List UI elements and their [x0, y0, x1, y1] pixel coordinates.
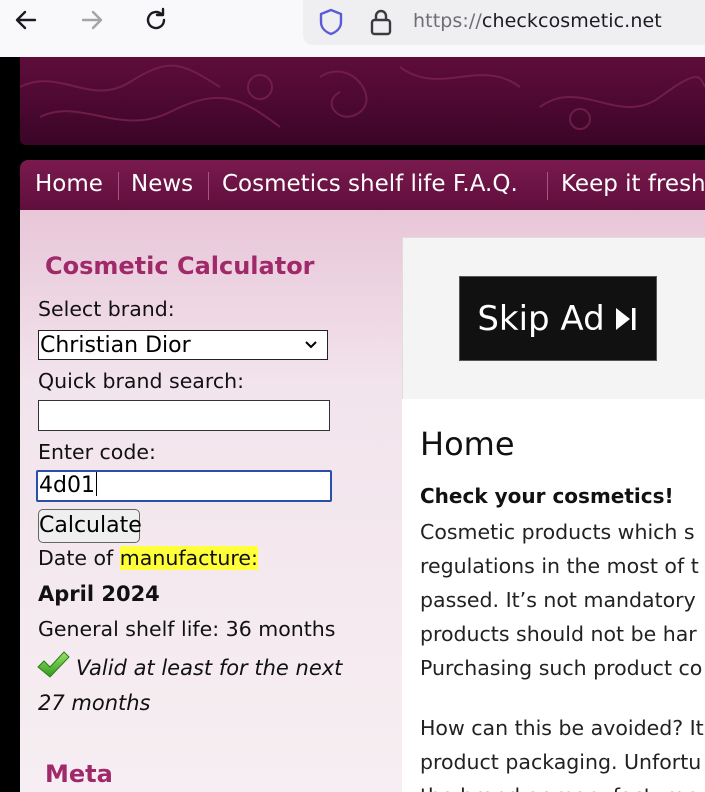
brand-search-input[interactable]: [38, 400, 330, 431]
meta-title: Meta: [45, 760, 113, 788]
paragraph-line: product packaging. Unfortu: [420, 750, 702, 774]
calculate-button[interactable]: Calculate: [38, 509, 142, 543]
page-title: Home: [420, 425, 515, 463]
reload-button[interactable]: [138, 2, 174, 38]
manufacture-date-value: April 2024: [38, 582, 160, 606]
menu-item-home[interactable]: Home: [35, 171, 103, 197]
brand-label: Select brand:: [38, 297, 175, 321]
lock-icon[interactable]: [368, 7, 394, 37]
menu-item-keep-it-fresh[interactable]: Keep it fresh: [561, 171, 705, 197]
header-banner: [20, 57, 705, 145]
date-label-start: Date of: [38, 546, 120, 570]
menu-item-faq[interactable]: Cosmetics shelf life F.A.Q.: [222, 171, 518, 197]
skip-ad-label: Skip Ad: [477, 298, 605, 339]
browser-toolbar: https://checkcosmetic.net: [0, 0, 705, 57]
shelf-life-text: General shelf life: 36 months: [38, 617, 336, 641]
paragraph-line: the brand or manufacturer: [420, 784, 694, 792]
forward-arrow-icon: [81, 10, 103, 30]
url-scheme: https://: [413, 10, 482, 32]
validity-text: Valid at least for the next 27 months: [38, 651, 368, 721]
back-button[interactable]: [8, 2, 44, 38]
paragraph-line: passed. It’s not mandatory: [420, 588, 696, 612]
brand-select[interactable]: Christian Dior: [38, 330, 328, 360]
date-label-highlighted: manufacture:: [119, 546, 258, 570]
code-label: Enter code:: [38, 440, 156, 464]
menu-item-news[interactable]: News: [131, 171, 193, 197]
chevron-down-icon: [305, 341, 317, 349]
skip-next-icon: [615, 307, 636, 330]
text-caret: [95, 472, 97, 496]
paragraph-line: How can this be avoided? It: [420, 716, 704, 740]
date-of-manufacture-label: Date of manufacture:: [38, 546, 258, 570]
banner-swirl-decoration: [20, 64, 705, 130]
code-input[interactable]: 4d01: [36, 470, 332, 502]
calculator-title: Cosmetic Calculator: [45, 252, 315, 280]
main-menu: Home News Cosmetics shelf life F.A.Q. Ke…: [20, 160, 705, 210]
paragraph-line: regulations in the most of t: [420, 554, 699, 578]
paragraph-line: products should not be har: [420, 622, 697, 646]
menu-divider: [208, 172, 209, 200]
forward-button[interactable]: [74, 2, 110, 38]
brand-select-value: Christian Dior: [40, 333, 191, 358]
shield-icon[interactable]: [317, 7, 345, 37]
code-input-value: 4d01: [39, 473, 95, 498]
menu-divider: [547, 172, 548, 200]
skip-ad-button[interactable]: Skip Ad: [459, 276, 657, 361]
reload-icon: [146, 7, 166, 30]
paragraph-line: Purchasing such product co: [420, 656, 703, 680]
back-arrow-icon: [15, 10, 37, 30]
url-text[interactable]: https://checkcosmetic.net: [413, 10, 662, 32]
paragraph-line: Cosmetic products which s: [420, 520, 695, 544]
menu-divider: [118, 172, 119, 200]
validity-text-value: Valid at least for the next 27 months: [38, 656, 343, 715]
url-host: checkcosmetic.net: [481, 10, 662, 32]
search-label: Quick brand search:: [38, 369, 245, 393]
article-subheading: Check your cosmetics!: [420, 484, 674, 508]
